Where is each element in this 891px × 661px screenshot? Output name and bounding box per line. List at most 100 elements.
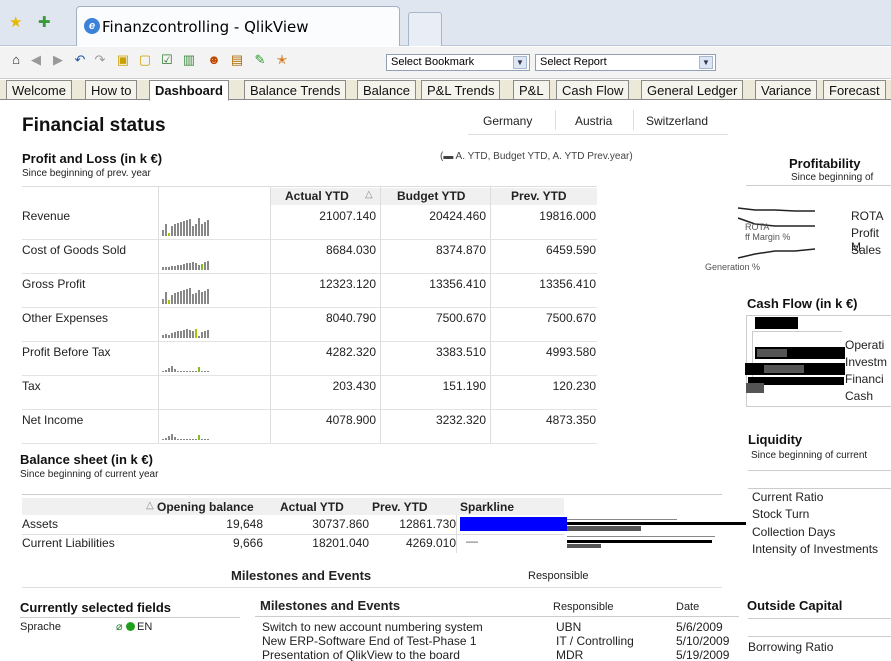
unlock-icon[interactable]: ▢ xyxy=(137,52,153,68)
redo-icon[interactable]: ↷ xyxy=(92,52,108,68)
sparkline-bar xyxy=(192,331,194,338)
pl-cell-budget: 8374.870 xyxy=(435,243,486,257)
pl-sparkline xyxy=(162,316,267,338)
country-germany[interactable]: Germany xyxy=(483,114,532,128)
select-bookmark-dropdown[interactable]: Select Bookmark ▼ xyxy=(386,54,530,71)
sparkline-bar xyxy=(207,289,209,304)
country-austria[interactable]: Austria xyxy=(575,114,612,128)
tab-how-to[interactable]: How to xyxy=(85,80,138,100)
divider xyxy=(748,470,891,471)
tab-cash-flow[interactable]: Cash Flow xyxy=(556,80,630,100)
tab-forecast[interactable]: Forecast xyxy=(823,80,886,100)
pl-col-prev[interactable]: Prev. YTD xyxy=(511,189,567,203)
profitability-title: Profitability xyxy=(789,156,861,171)
sparkline-bar xyxy=(207,439,209,440)
balance-col-actual[interactable]: Actual YTD xyxy=(280,500,344,514)
tab-welcome[interactable]: Welcome xyxy=(6,80,72,100)
bar-chart-icon[interactable]: ▤ xyxy=(229,52,245,68)
pl-sparkline xyxy=(162,282,267,304)
sparkline-bar xyxy=(198,265,200,270)
sparkline-bar xyxy=(180,439,182,440)
sparkline-bar xyxy=(180,222,182,236)
tab-general-ledger[interactable]: General Ledger xyxy=(641,80,744,100)
sort-icon[interactable]: △ xyxy=(365,189,373,200)
sparkline-bar xyxy=(183,264,185,270)
sparkline-bar xyxy=(186,371,188,372)
tab-variance[interactable]: Variance xyxy=(755,80,818,100)
pl-col-budget[interactable]: Budget YTD xyxy=(397,189,465,203)
chevron-down-icon[interactable]: ▼ xyxy=(513,56,527,69)
sparkline-bar xyxy=(201,439,203,440)
sparkline-bar xyxy=(207,371,209,372)
pl-row-label: Tax xyxy=(22,379,41,393)
balance-assets-sparkline xyxy=(460,517,567,531)
divider xyxy=(22,494,722,495)
sparkline-bar xyxy=(180,291,182,304)
sparkline-bar xyxy=(186,263,188,270)
home-icon[interactable]: ⌂ xyxy=(8,52,24,68)
milestones-col-date[interactable]: Date xyxy=(676,601,699,613)
undo-icon[interactable]: ↶ xyxy=(72,52,88,68)
sparkline-bar xyxy=(195,439,197,440)
tab-balance-trends[interactable]: Balance Trends xyxy=(244,80,347,100)
balance-liabilities-actual: 18201.040 xyxy=(312,536,369,550)
lock-icon[interactable]: ▣ xyxy=(115,52,131,68)
clear-selection-icon[interactable]: ⌀ xyxy=(116,620,123,633)
add-favorite-icon[interactable]: ✚ xyxy=(38,13,51,31)
back-icon[interactable]: ◀ xyxy=(28,52,44,68)
pl-sparkline xyxy=(162,418,267,440)
pl-row-label: Profit Before Tax xyxy=(22,345,111,359)
balance-col-sparkline[interactable]: Sparkline xyxy=(460,500,514,514)
country-switzerland[interactable]: Switzerland xyxy=(646,114,708,128)
tab-pl[interactable]: P&L xyxy=(513,80,550,100)
chart-icon[interactable]: ▥ xyxy=(181,52,197,68)
divider xyxy=(255,616,739,617)
sparkline-bar xyxy=(198,290,200,304)
profitability-subtitle: Since beginning of xyxy=(791,172,874,183)
balance-col-opening[interactable]: Opening balance xyxy=(157,500,254,514)
liquidity-title: Liquidity xyxy=(748,432,803,447)
bookmark-star-icon[interactable]: ✭ xyxy=(274,52,290,68)
sort-icon[interactable]: △ xyxy=(146,500,154,511)
sparkline-bar xyxy=(201,292,203,304)
favorites-star-icon[interactable]: ★ xyxy=(9,13,22,31)
checklist-icon[interactable]: ☑ xyxy=(159,52,175,68)
sparkline-bar xyxy=(162,439,164,440)
milestones-title: Milestones and Events xyxy=(260,598,401,613)
divider xyxy=(555,110,556,130)
sparkline-bar xyxy=(174,266,176,270)
sparkline-bar xyxy=(165,292,167,304)
select-report-dropdown[interactable]: Select Report ▼ xyxy=(535,54,716,71)
pl-sparkline xyxy=(162,214,267,236)
pl-cell-prev: 120.230 xyxy=(552,379,596,393)
tab-dashboard[interactable]: Dashboard xyxy=(149,80,229,101)
liquidity-current-ratio: Current Ratio xyxy=(752,490,824,504)
sparkline-bar xyxy=(165,334,167,338)
chevron-down-icon[interactable]: ▼ xyxy=(699,56,713,69)
sparkline-bar xyxy=(177,223,179,236)
pl-col-actual[interactable]: Actual YTD xyxy=(285,189,349,203)
milestone-event: Switch to new account numbering system xyxy=(262,620,483,634)
pl-sparkline xyxy=(162,384,267,406)
sparkline-bar xyxy=(180,331,182,338)
forward-icon[interactable]: ▶ xyxy=(50,52,66,68)
pin-icon[interactable]: ✎ xyxy=(252,52,268,68)
sparkline-bar xyxy=(183,439,185,440)
sparkline-bar xyxy=(204,371,206,372)
sparkline-bar xyxy=(207,220,209,236)
cashflow-financing: Financi xyxy=(845,372,884,386)
balance-col-prev[interactable]: Prev. YTD xyxy=(372,500,428,514)
pl-cell-actual: 8040.790 xyxy=(325,311,376,325)
tab-balance[interactable]: Balance xyxy=(357,80,416,100)
new-tab-button[interactable] xyxy=(408,12,442,46)
milestone-responsible: UBN xyxy=(556,620,582,634)
tab-pl-trends[interactable]: P&L Trends xyxy=(421,80,501,100)
sparkline-bar xyxy=(174,437,176,440)
cashflow-bar-prev xyxy=(746,383,764,393)
pl-row-label: Net Income xyxy=(22,413,84,427)
pl-cell-prev: 19816.000 xyxy=(539,209,596,223)
sparkline-bar xyxy=(201,264,203,270)
cashflow-cash: Cash xyxy=(845,389,874,403)
milestones-col-responsible[interactable]: Responsible xyxy=(553,601,614,613)
users-icon[interactable]: ☻ xyxy=(206,52,222,68)
